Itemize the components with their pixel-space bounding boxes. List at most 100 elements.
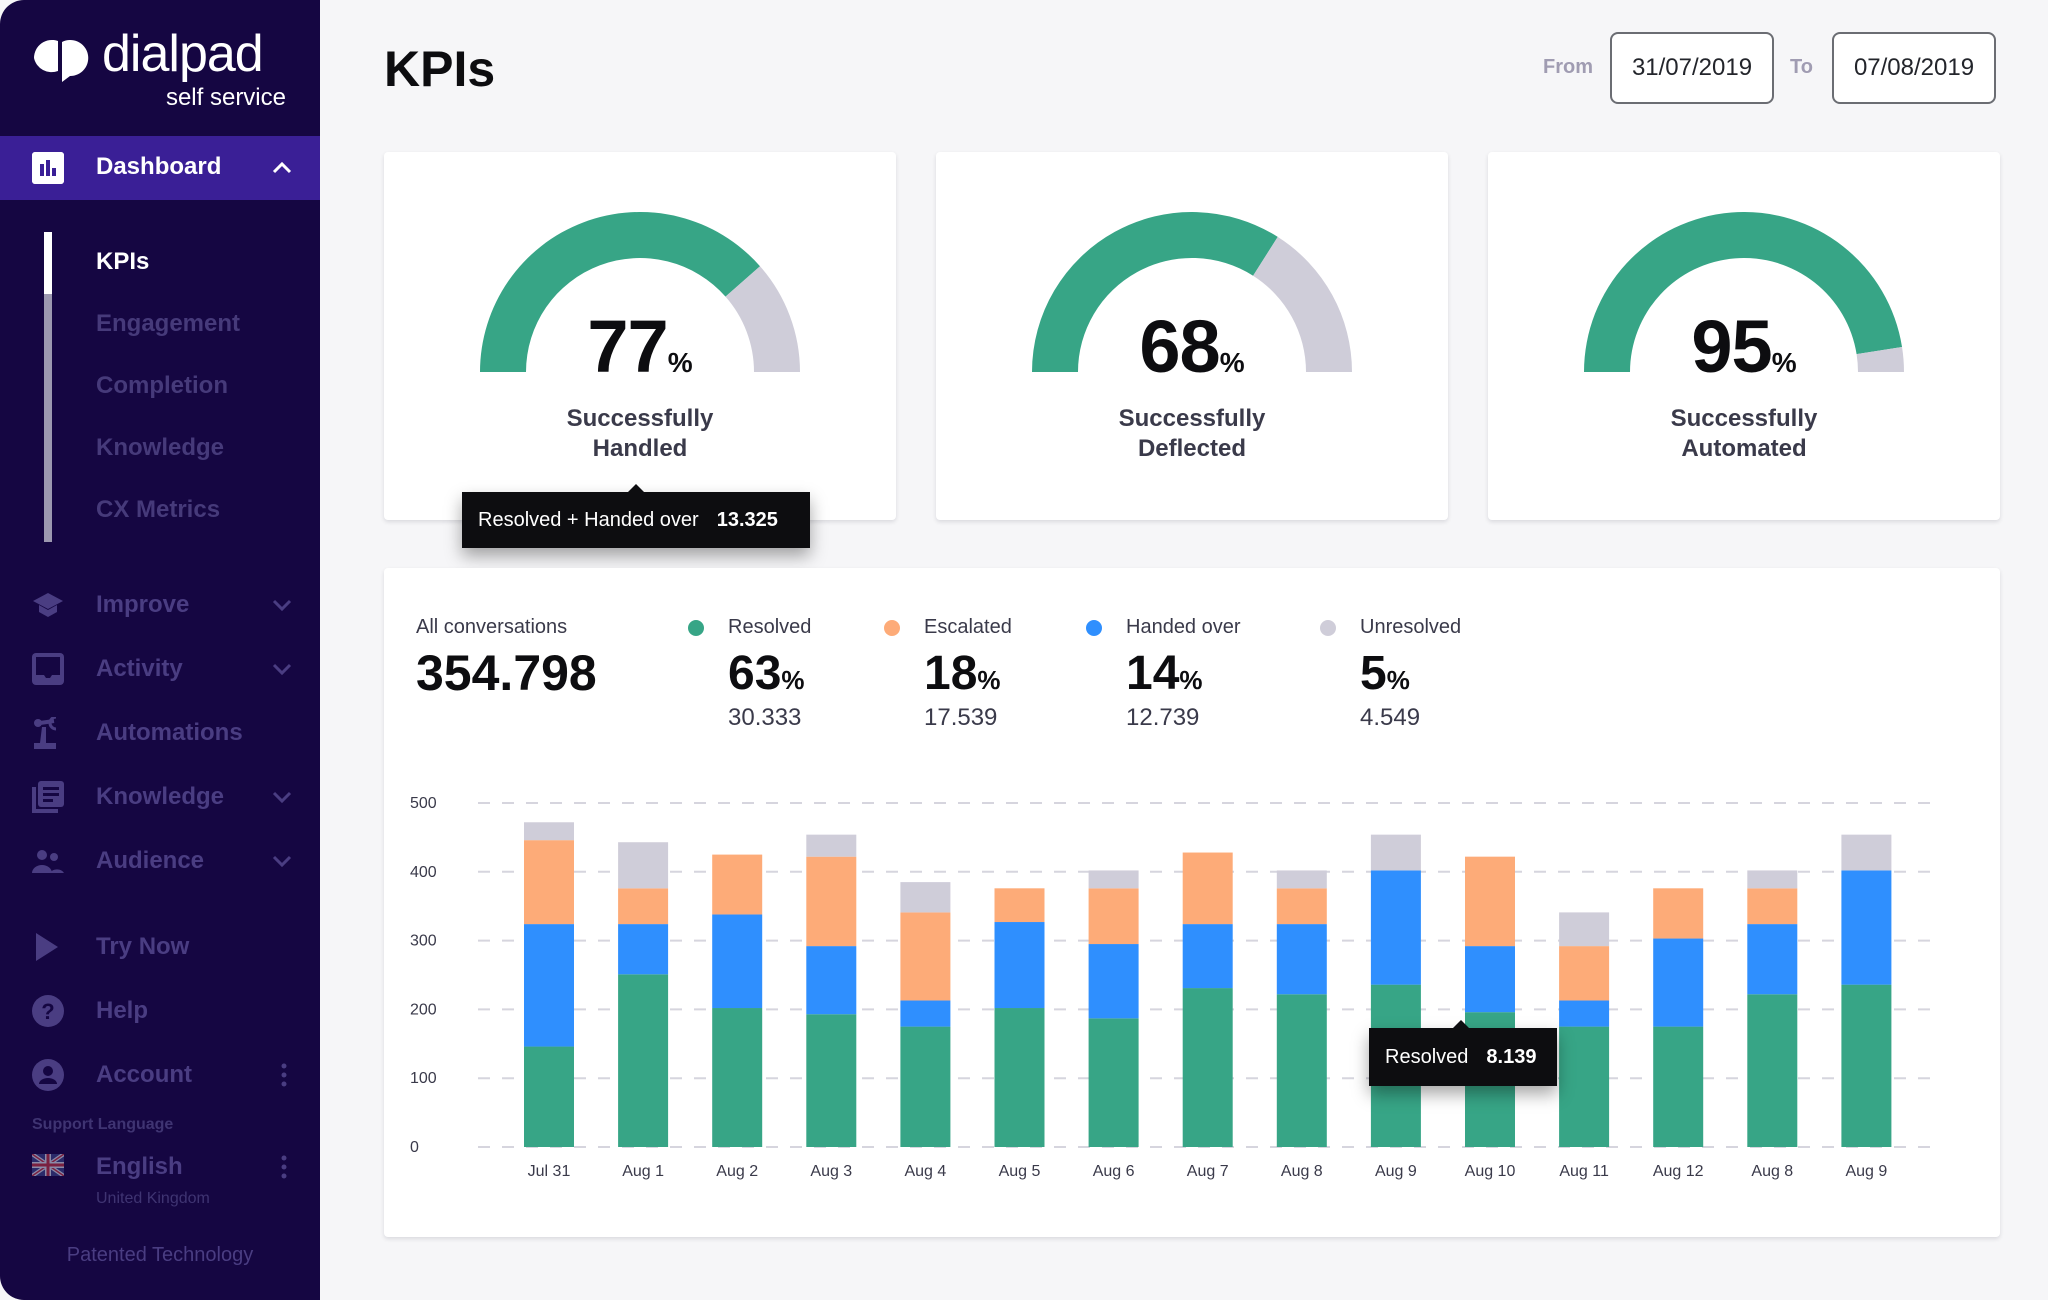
brand-subtitle: self service <box>165 84 286 111</box>
subnav-item-completion[interactable]: Completion <box>96 372 228 400</box>
sidebar-item-try-now[interactable]: Try Now <box>0 922 320 972</box>
graduation-cap-icon <box>33 593 63 617</box>
chevron-up-icon[interactable] <box>270 156 294 180</box>
more-vertical-icon[interactable] <box>280 1062 288 1088</box>
bar-segment-resolved[interactable] <box>1747 994 1798 1147</box>
chevron-down-icon[interactable] <box>270 593 294 617</box>
bar-segment-resolved[interactable] <box>712 1008 763 1147</box>
sidebar-item-knowledge[interactable]: Knowledge <box>0 772 320 822</box>
sidebar-item-label: Try Now <box>96 933 190 960</box>
sidebar-item-account[interactable]: Account <box>0 1050 320 1100</box>
page-title: KPIs <box>384 41 496 97</box>
bar-segment-handed-over[interactable] <box>1276 924 1327 995</box>
bar-segment-resolved[interactable] <box>1276 994 1327 1147</box>
kpi-card-automated[interactable]: 95% Successfully Automated <box>1488 152 2000 520</box>
y-tick-label: 400 <box>410 864 437 881</box>
bar-segment-escalated[interactable] <box>1276 888 1327 925</box>
subnav-item-cx-metrics[interactable]: CX Metrics <box>96 496 220 524</box>
kpi-card-handled[interactable]: 77% Successfully Handled <box>384 152 896 520</box>
subnav-item-knowledge[interactable]: Knowledge <box>96 434 224 462</box>
x-tick-label: Aug 3 <box>810 1163 852 1180</box>
tooltip-arrow <box>628 484 644 492</box>
bar-segment-unresolved[interactable] <box>900 882 951 913</box>
x-tick-label: Jul 31 <box>528 1163 571 1180</box>
bar-segment-resolved[interactable] <box>900 1026 951 1147</box>
bar-segment-handed-over[interactable] <box>712 914 763 1009</box>
bar-segment-handed-over[interactable] <box>524 924 574 1047</box>
bar-segment-resolved[interactable] <box>1653 1026 1704 1147</box>
gauge-label-line2: Deflected <box>1137 435 1247 462</box>
bar-segment-handed-over[interactable] <box>1088 944 1139 1019</box>
logo[interactable]: dialpad self service <box>30 25 290 118</box>
bar-segment-escalated[interactable] <box>1088 888 1139 945</box>
bar-segment-resolved[interactable] <box>1088 1018 1139 1147</box>
sidebar-item-activity[interactable]: Activity <box>0 644 320 694</box>
to-date-input[interactable]: 07/08/2019 <box>1832 32 1996 104</box>
sidebar-item-help[interactable]: ? Help <box>0 986 320 1036</box>
bar-segment-escalated[interactable] <box>1559 946 1610 1001</box>
tooltip-label: Resolved <box>1385 1045 1469 1068</box>
bar-segment-unresolved[interactable] <box>1088 870 1139 889</box>
bar-segment-unresolved[interactable] <box>618 842 669 889</box>
bar-segment-handed-over[interactable] <box>1841 870 1892 985</box>
gauge-unit: % <box>667 347 693 378</box>
sidebar-item-label: Help <box>96 997 149 1024</box>
bar-segment-unresolved[interactable] <box>1841 834 1892 871</box>
sidebar-item-dashboard[interactable]: Dashboard <box>0 136 320 200</box>
dialpad-logo-icon <box>33 39 89 82</box>
language-selector[interactable]: English <box>0 1142 320 1192</box>
from-date-input[interactable]: 31/07/2019 <box>1610 32 1774 104</box>
bar-segment-escalated[interactable] <box>994 888 1045 923</box>
bar-segment-handed-over[interactable] <box>1182 924 1233 989</box>
bar-segment-escalated[interactable] <box>1182 852 1233 925</box>
kpi-card-deflected[interactable]: 68% Successfully Deflected <box>936 152 1448 520</box>
bar-segment-resolved[interactable] <box>1841 984 1892 1147</box>
bar-segment-escalated[interactable] <box>1465 856 1515 947</box>
patented-technology-link[interactable]: Patented Technology <box>0 1244 320 1267</box>
chevron-down-icon[interactable] <box>270 785 294 809</box>
bar-segment-handed-over[interactable] <box>1370 870 1421 985</box>
bar-segment-resolved[interactable] <box>524 1046 574 1147</box>
bar-segment-unresolved[interactable] <box>524 822 574 841</box>
bar-segment-escalated[interactable] <box>900 912 951 1001</box>
bar-segment-resolved[interactable] <box>618 974 669 1147</box>
bar-segment-handed-over[interactable] <box>618 924 669 975</box>
bar-segment-resolved[interactable] <box>1559 1026 1610 1147</box>
bar-segment-handed-over[interactable] <box>900 1000 951 1027</box>
bar-segment-escalated[interactable] <box>1653 888 1704 939</box>
bar-segment-escalated[interactable] <box>712 854 763 915</box>
uk-flag-icon <box>32 1154 64 1176</box>
bar-segment-resolved[interactable] <box>1182 988 1233 1147</box>
bar-segment-handed-over[interactable] <box>994 922 1045 1009</box>
bar-segment-unresolved[interactable] <box>1559 912 1610 947</box>
gauge-unit: % <box>1771 347 1797 378</box>
gauge-label-line2: Automated <box>1681 435 1807 462</box>
bar-segment-resolved[interactable] <box>994 1008 1045 1147</box>
sidebar-item-audience[interactable]: Audience <box>0 836 320 886</box>
sidebar-item-label: Knowledge <box>96 783 225 810</box>
gauge-number: 95 <box>1691 305 1772 388</box>
bar-segment-unresolved[interactable] <box>1747 870 1798 889</box>
bar-segment-escalated[interactable] <box>524 840 574 925</box>
chevron-down-icon[interactable] <box>270 657 294 681</box>
bar-segment-handed-over[interactable] <box>1465 946 1515 1013</box>
bar-segment-unresolved[interactable] <box>1276 870 1327 889</box>
chevron-down-icon[interactable] <box>270 849 294 873</box>
bar-segment-unresolved[interactable] <box>1370 834 1421 871</box>
people-icon <box>32 850 64 873</box>
bar-segment-handed-over[interactable] <box>1653 938 1704 1027</box>
bar-segment-handed-over[interactable] <box>806 946 857 1015</box>
bar-segment-escalated[interactable] <box>806 856 857 947</box>
more-vertical-icon[interactable] <box>280 1154 288 1180</box>
bar-segment-escalated[interactable] <box>618 888 669 925</box>
bar-segment-handed-over[interactable] <box>1747 924 1798 995</box>
bar-segment-escalated[interactable] <box>1747 888 1798 925</box>
bar-segment-handed-over[interactable] <box>1559 1000 1610 1027</box>
bar-segment-unresolved[interactable] <box>806 834 857 857</box>
bar-segment-resolved[interactable] <box>806 1014 857 1147</box>
sidebar-item-improve[interactable]: Improve <box>0 580 320 630</box>
subnav-item-kpis[interactable]: KPIs <box>96 248 149 276</box>
y-tick-label: 0 <box>410 1139 419 1156</box>
sidebar-item-automations[interactable]: Automations <box>0 708 320 758</box>
subnav-item-engagement[interactable]: Engagement <box>96 310 240 338</box>
